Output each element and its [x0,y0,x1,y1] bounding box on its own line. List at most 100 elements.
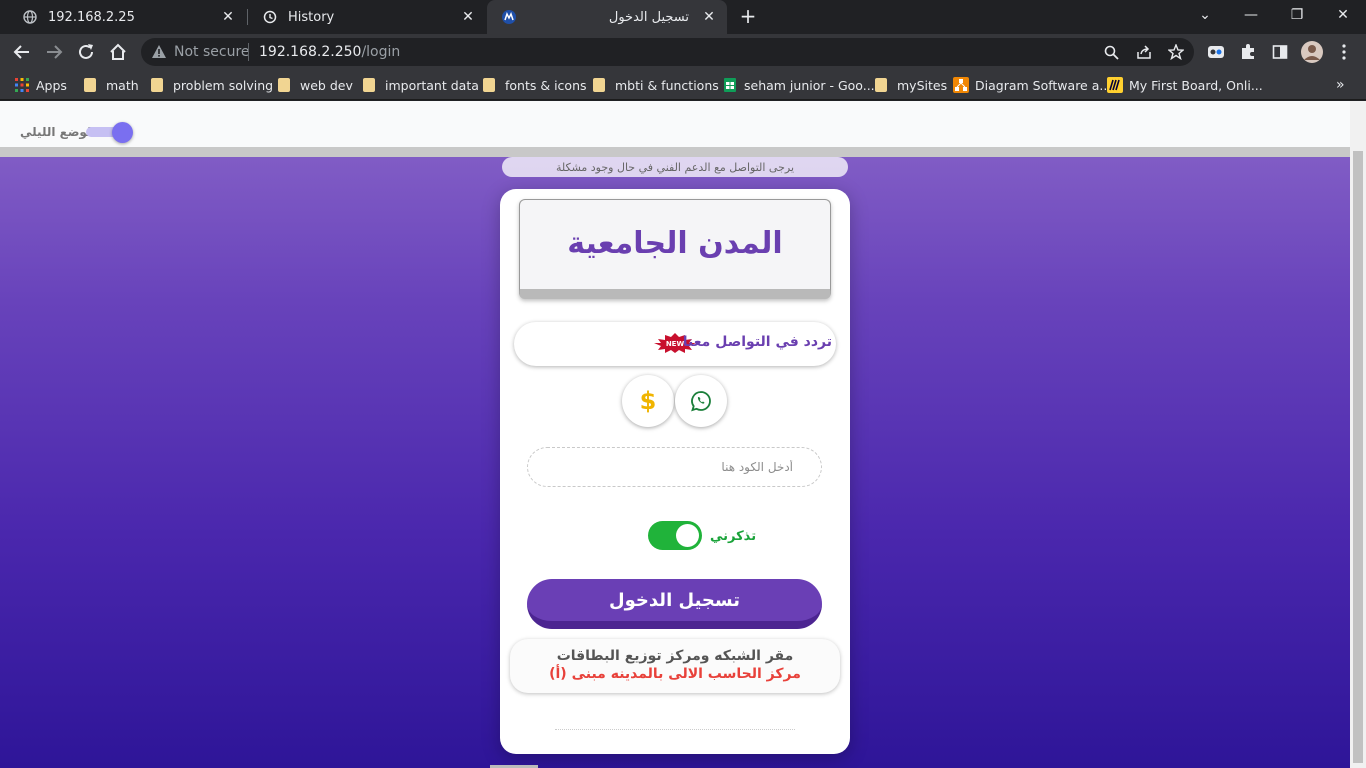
close-tab-icon[interactable]: ✕ [701,9,717,25]
bookmark-label: web dev [300,77,353,93]
sheets-icon [724,78,736,92]
browser-tab-strip: 192.168.2.25 ✕ History ✕ تسجيل الدخول ✕ … [0,0,1366,34]
url-host: 192.168.2.250 [259,44,362,60]
divider [555,729,795,730]
url-text[interactable]: 192.168.2.250/login [259,44,400,60]
notice-text: يرجى التواصل مع الدعم الفني في حال وجود … [555,161,795,174]
bookmark-mysites[interactable]: mySites [873,76,947,94]
globe-icon [22,9,38,25]
folder-icon [84,78,96,92]
bookmark-label: fonts & icons [505,77,587,93]
back-arrow-icon [13,45,29,59]
bookmark-apps[interactable]: Apps [14,76,67,94]
night-mode-label: الوضع الليلي [20,125,96,139]
extensions-puzzle-icon[interactable] [1236,40,1260,64]
bookmark-fonts-icons[interactable]: fonts & icons [481,76,587,94]
folder-icon [278,78,290,92]
history-icon [262,9,278,25]
tab-title: History [288,9,335,25]
bookmark-seham-junior[interactable]: seham junior - Goo... [722,76,875,94]
scrollbar-thumb[interactable] [1353,151,1363,763]
forward-arrow-icon [47,45,63,59]
code-input[interactable] [527,447,822,487]
bookmark-label: important data [385,77,479,93]
site-logo-box: المدن الجامعية [519,199,831,299]
dollar-icon: $ [639,387,657,415]
contact-text: تردد في التواصل معنا [682,334,832,350]
top-bar: الوضع الليلي [0,101,1350,157]
bookmark-important-data[interactable]: important data [361,76,479,94]
reload-button[interactable] [72,38,100,66]
page-scrollbar[interactable] [1350,101,1366,768]
diagram-icon [953,77,969,93]
apps-grid-icon [15,78,29,92]
bookmark-my-first-board[interactable]: My First Board, Onli... [1107,76,1263,94]
close-tab-icon[interactable]: ✕ [460,9,476,25]
bookmark-label: My First Board, Onli... [1129,77,1263,93]
bookmark-label: problem solving [173,77,274,93]
miro-icon [1107,77,1123,93]
not-secure-label[interactable]: Not secure [174,44,250,60]
minimize-button[interactable]: — [1228,0,1274,30]
browser-menu-icon[interactable] [1332,40,1356,64]
login-button[interactable]: تسجيل الدخول [527,579,822,629]
folder-icon [363,78,375,92]
back-button[interactable] [8,38,36,66]
bookmark-diagram-software[interactable]: Diagram Software a... [953,76,1111,94]
forward-button[interactable] [40,38,68,66]
tab-history[interactable]: History ✕ [248,0,486,34]
remember-me-toggle-knob [676,524,699,547]
bookmark-problem-solving[interactable]: problem solving [149,76,273,94]
address-bar[interactable]: Not secure 192.168.2.250/login [141,38,1194,66]
zoom-search-icon[interactable] [1101,42,1121,62]
side-panel-icon[interactable] [1268,40,1292,64]
bookmark-star-icon[interactable] [1166,42,1186,62]
restore-button[interactable]: ❐ [1274,0,1320,30]
url-path: /login [361,44,401,60]
tab-title: تسجيل الدخول [608,9,689,25]
close-window-button[interactable]: ✕ [1320,0,1366,30]
payment-button[interactable]: $ [622,375,674,427]
tab-192-168-2-25[interactable]: 192.168.2.25 ✕ [8,0,246,34]
bookmark-label: seham junior - Goo... [744,77,875,93]
whatsapp-icon [691,391,711,412]
info-line-headquarters: مقر الشبكه ومركز توزيع البطاقات [556,648,794,664]
home-icon [110,43,126,60]
site-logo-text: المدن الجامعية [567,226,783,261]
share-icon[interactable] [1134,42,1154,62]
reload-icon [79,44,93,59]
bookmark-label: mbti & functions [615,77,719,93]
browser-toolbar: Not secure 192.168.2.250/login [0,34,1366,70]
night-mode-toggle[interactable] [112,122,133,143]
more-bookmarks-chevron-icon[interactable]: » [1336,76,1345,94]
bookmark-label: Diagram Software a... [975,77,1112,93]
tab-title: 192.168.2.25 [48,9,135,25]
warning-icon[interactable] [151,44,167,64]
address-divider [248,43,249,61]
bookmark-label: Apps [36,77,67,93]
contact-banner[interactable]: NEW تردد في التواصل معنا [514,322,836,366]
tab-login[interactable]: تسجيل الدخول ✕ [487,0,727,34]
folder-icon [593,78,605,92]
bookmark-web-dev[interactable]: web dev [276,76,353,94]
bookmarks-bar: Apps math problem solving web dev import… [0,70,1366,100]
new-badge-text: NEW [666,340,685,348]
bookmark-mbti-functions[interactable]: mbti & functions [591,76,719,94]
folder-icon [151,78,163,92]
bookmark-label: mySites [897,77,948,93]
home-button[interactable] [104,38,132,66]
login-card: المدن الجامعية NEW تردد في التواصل معنا … [500,189,850,754]
extension-icon[interactable] [1204,40,1228,64]
profile-avatar[interactable] [1300,40,1324,64]
bookmark-math[interactable]: math [82,76,139,94]
tab-search-button[interactable]: ⌄ [1182,0,1228,30]
whatsapp-button[interactable] [675,375,727,427]
info-box: مقر الشبكه ومركز توزيع البطاقات مركز الح… [510,639,840,693]
close-tab-icon[interactable]: ✕ [220,9,236,25]
remember-me-toggle[interactable] [648,521,702,550]
bookmark-label: math [106,77,139,93]
folder-icon [483,78,495,92]
remember-me-label[interactable]: تذكرني [710,529,756,544]
new-tab-button[interactable]: + [737,5,759,27]
notice-strip: يرجى التواصل مع الدعم الفني في حال وجود … [502,157,848,177]
